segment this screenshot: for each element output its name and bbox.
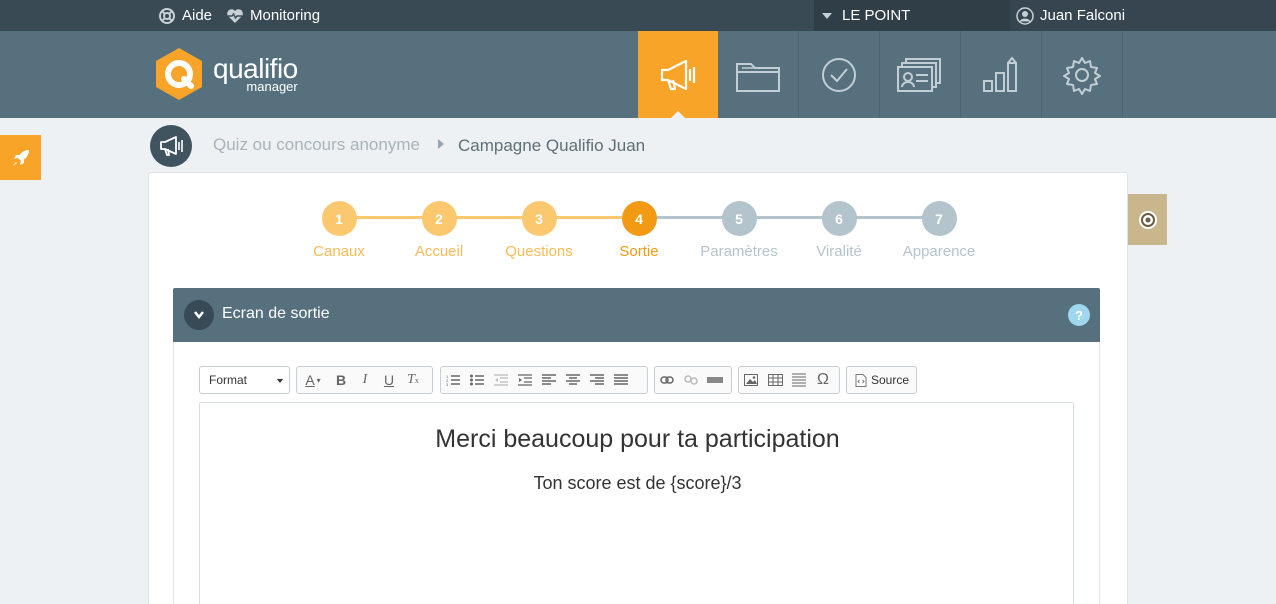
source-button[interactable]: Source xyxy=(846,366,917,394)
nav-moderation[interactable] xyxy=(799,31,880,118)
megaphone-icon xyxy=(160,136,183,156)
numbered-list-icon[interactable]: 123 xyxy=(441,367,465,393)
step-label: Accueil xyxy=(414,243,464,260)
chevron-down-icon xyxy=(822,12,832,19)
step-number: 4 xyxy=(621,201,657,236)
step-label: Sortie xyxy=(619,243,659,260)
step-number: 3 xyxy=(521,201,557,236)
toolbar-group-text-style: A ▾ B I U Tx xyxy=(296,366,433,394)
indent-icon[interactable] xyxy=(513,367,537,393)
gear-icon xyxy=(1063,56,1101,95)
megaphone-icon xyxy=(660,59,696,90)
image-icon[interactable] xyxy=(739,367,763,393)
special-char-icon[interactable]: Ω xyxy=(811,367,835,393)
editor-heading[interactable]: Merci beaucoup pour ta participation xyxy=(200,425,1075,454)
bullet-list-icon[interactable] xyxy=(465,367,489,393)
help-link[interactable]: Aide xyxy=(158,0,212,31)
preview-tab[interactable] xyxy=(1128,194,1167,245)
stats-icon xyxy=(983,55,1017,92)
folder-icon xyxy=(736,62,780,92)
chevron-down-icon xyxy=(194,311,204,320)
align-left-icon[interactable] xyxy=(537,367,561,393)
nav-contacts[interactable] xyxy=(880,31,961,118)
eye-preview-icon xyxy=(1138,210,1157,229)
help-label: Aide xyxy=(182,7,213,24)
panel-title: Ecran de sortie xyxy=(222,305,330,322)
heartbeat-icon xyxy=(227,8,243,23)
text-color-icon[interactable]: A ▾ xyxy=(297,367,329,393)
lifebuoy-icon xyxy=(159,7,175,24)
justify-icon[interactable] xyxy=(609,367,633,393)
table-icon[interactable] xyxy=(763,367,787,393)
svg-text:3: 3 xyxy=(446,382,449,386)
underline-icon[interactable]: U xyxy=(377,367,401,393)
check-circle-icon xyxy=(822,57,856,92)
step-label: Questions xyxy=(505,243,573,260)
qualifio-logo[interactable]: qualifio manager xyxy=(153,46,298,102)
quick-launch-tab[interactable] xyxy=(0,135,41,180)
italic-icon[interactable]: I xyxy=(353,367,377,393)
breadcrumb-item-type[interactable]: Quiz ou concours anonyme xyxy=(213,135,420,155)
nav-statistics[interactable] xyxy=(961,31,1042,118)
step-canaux[interactable]: 1 Canaux xyxy=(289,201,389,260)
editor-paragraph[interactable]: Ton score est de {score}/3 xyxy=(200,473,1075,494)
user-name: Juan Falconi xyxy=(1040,7,1126,24)
anchor-icon[interactable] xyxy=(703,367,727,393)
contacts-icon xyxy=(897,57,941,92)
nav-settings[interactable] xyxy=(1042,31,1123,118)
help-icon[interactable]: ? xyxy=(1068,304,1090,326)
link-icon[interactable] xyxy=(655,367,679,393)
user-menu[interactable]: Juan Falconi xyxy=(1010,0,1276,31)
logo-hexagon-icon xyxy=(156,48,202,100)
rocket-icon xyxy=(12,149,29,166)
main-nav xyxy=(638,31,1123,119)
step-number: 5 xyxy=(721,201,757,236)
source-label: Source xyxy=(871,373,910,387)
main-header: qualifio manager xyxy=(0,31,1276,119)
breadcrumb-item-campaign: Campagne Qualifio Juan xyxy=(458,136,646,155)
user-avatar-icon xyxy=(1016,6,1034,25)
top-bar: Aide Monitoring LE POINT Juan Falconi xyxy=(0,0,1276,31)
format-label: Format xyxy=(209,373,248,387)
exit-screen-panel-header[interactable]: Ecran de sortie ? xyxy=(173,288,1100,342)
step-parametres[interactable]: 5 Paramètres xyxy=(689,201,789,260)
horizontal-rule-icon[interactable] xyxy=(787,367,811,393)
toolbar-group-paragraph: 123 xyxy=(440,366,648,394)
nav-campaigns[interactable] xyxy=(638,31,718,119)
breadcrumb-separator-icon xyxy=(438,139,444,149)
monitoring-label: Monitoring xyxy=(250,7,321,24)
toolbar-group-insert: Ω xyxy=(738,366,840,394)
step-viralite[interactable]: 6 Viralité xyxy=(789,201,889,260)
bold-icon[interactable]: B xyxy=(329,367,353,393)
toolbar-group-links xyxy=(654,366,732,394)
chevron-down-icon xyxy=(277,379,283,383)
campaign-type-badge xyxy=(150,125,192,167)
clear-format-icon[interactable]: Tx xyxy=(401,367,425,393)
step-accueil[interactable]: 2 Accueil xyxy=(389,201,489,260)
step-label: Viralité xyxy=(816,243,862,260)
align-center-icon[interactable] xyxy=(561,367,585,393)
unlink-icon[interactable] xyxy=(679,367,703,393)
step-label: Paramètres xyxy=(700,243,778,260)
rich-text-editor[interactable]: Merci beaucoup pour ta participation Ton… xyxy=(199,402,1074,604)
outdent-icon[interactable] xyxy=(489,367,513,393)
step-number: 2 xyxy=(421,201,457,236)
step-questions[interactable]: 3 Questions xyxy=(489,201,589,260)
step-sortie[interactable]: 4 Sortie xyxy=(589,201,689,260)
nav-library[interactable] xyxy=(718,31,799,118)
step-label: Apparence xyxy=(902,243,976,260)
step-number: 6 xyxy=(821,201,857,236)
format-dropdown[interactable]: Format xyxy=(199,366,290,394)
source-code-icon xyxy=(855,373,867,387)
collapse-toggle[interactable] xyxy=(184,300,214,330)
organization-name: LE POINT xyxy=(842,7,911,24)
step-label: Canaux xyxy=(313,243,365,260)
align-right-icon[interactable] xyxy=(585,367,609,393)
step-number: 7 xyxy=(921,201,957,236)
monitoring-link[interactable]: Monitoring xyxy=(226,0,320,31)
step-apparence[interactable]: 7 Apparence xyxy=(889,201,989,260)
organization-dropdown[interactable]: LE POINT xyxy=(814,0,1010,31)
step-number: 1 xyxy=(321,201,357,236)
